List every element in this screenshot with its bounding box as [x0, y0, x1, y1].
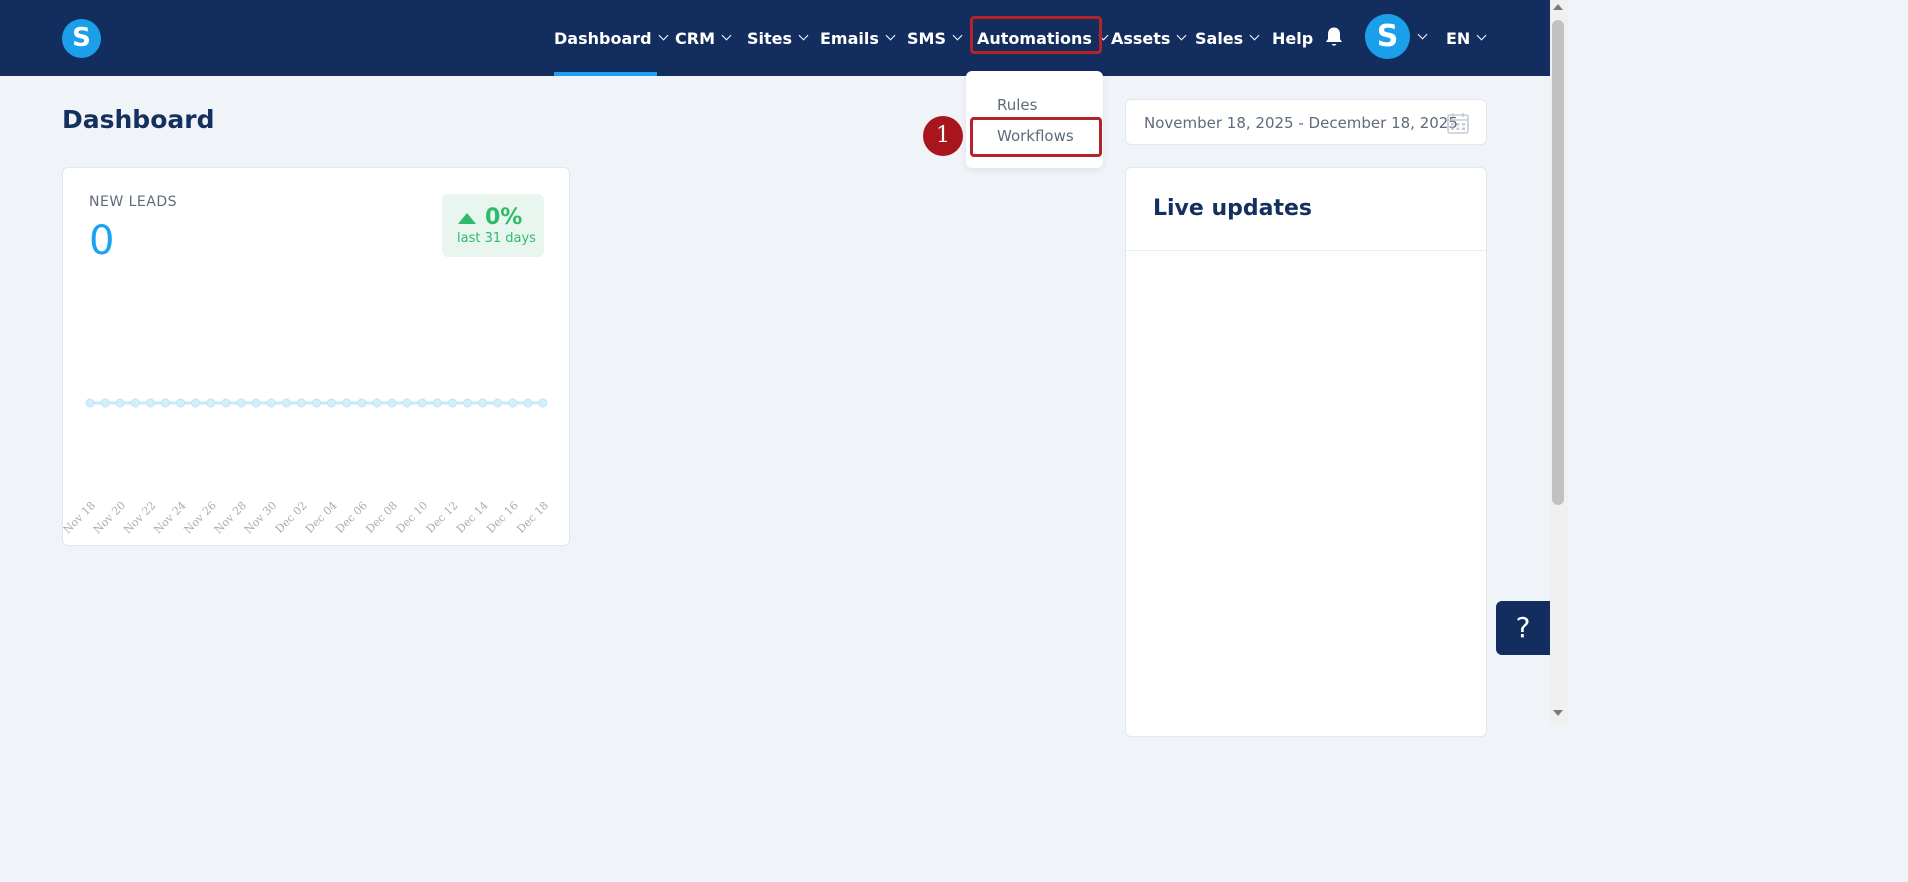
- data-point: [145, 398, 155, 408]
- avatar[interactable]: S: [1365, 14, 1410, 59]
- data-point: [417, 398, 427, 408]
- nav-help[interactable]: Help: [1272, 0, 1313, 76]
- new-leads-card: NEW LEADS 0 0% last 31 days Nov 18 Nov 20…: [62, 167, 570, 546]
- language-label: EN: [1446, 28, 1471, 48]
- data-point: [508, 398, 518, 408]
- data-point: [357, 398, 367, 408]
- x-tick-label: Nov 24: [151, 499, 188, 536]
- data-point: [523, 398, 533, 408]
- x-tick-label: Dec 10: [394, 499, 431, 536]
- chevron-down-icon[interactable]: [1417, 29, 1428, 40]
- active-tab-indicator: [554, 72, 657, 76]
- x-tick-label: Dec 18: [514, 499, 551, 536]
- calendar-icon: [1447, 113, 1469, 134]
- nav-dashboard[interactable]: Dashboard: [554, 0, 669, 76]
- nav-sms[interactable]: SMS: [907, 0, 963, 76]
- data-point: [296, 398, 306, 408]
- x-tick-label: Dec 12: [424, 499, 461, 536]
- nav-emails[interactable]: Emails: [820, 0, 896, 76]
- chevron-down-icon: [1249, 30, 1260, 41]
- nav-crm[interactable]: CRM: [675, 0, 732, 76]
- date-range-picker[interactable]: November 18, 2025 - December 18, 2025: [1125, 99, 1487, 145]
- workflows-highlight: [970, 117, 1102, 157]
- data-point: [327, 398, 337, 408]
- page-title: Dashboard: [62, 105, 215, 134]
- chevron-down-icon: [952, 30, 963, 41]
- x-tick-label: Dec 04: [303, 499, 340, 536]
- data-point: [312, 398, 321, 408]
- data-point: [402, 398, 412, 408]
- x-tick-label: Dec 14: [454, 499, 491, 536]
- chevron-down-icon: [658, 30, 669, 41]
- data-point: [281, 398, 291, 408]
- data-point: [176, 398, 186, 408]
- x-tick-label: Nov 28: [212, 499, 249, 536]
- data-point: [221, 398, 231, 408]
- data-point: [206, 398, 216, 408]
- leads-chart: Nov 18Nov 20Nov 22Nov 24Nov 26Nov 28Nov …: [63, 398, 551, 536]
- data-point: [251, 398, 261, 408]
- data-point: [432, 398, 442, 408]
- data-point: [161, 398, 170, 408]
- scroll-down-arrow-icon[interactable]: [1553, 710, 1563, 716]
- nav-sites[interactable]: Sites: [747, 0, 809, 76]
- data-point: [463, 398, 472, 408]
- top-nav: S Dashboard CRM Sites Emails SMS Automat…: [0, 0, 1550, 76]
- nav-sales[interactable]: Sales: [1195, 0, 1260, 76]
- x-tick-label: Nov 20: [91, 499, 128, 536]
- data-point: [115, 398, 125, 408]
- x-tick-label: Dec 16: [484, 499, 521, 536]
- x-tick-label: Nov 30: [242, 499, 279, 536]
- data-point: [85, 398, 95, 408]
- chevron-down-icon: [1476, 30, 1487, 41]
- x-tick-label: Nov 26: [181, 499, 218, 536]
- nav-assets-label: Assets: [1111, 28, 1171, 48]
- x-tick-label: Dec 02: [273, 499, 310, 536]
- step-badge: 1: [923, 116, 963, 156]
- x-tick-label: Dec 06: [333, 499, 370, 536]
- nav-crm-label: CRM: [675, 28, 715, 48]
- data-point: [130, 398, 140, 408]
- bell-icon[interactable]: [1324, 26, 1344, 48]
- data-point: [342, 398, 352, 408]
- live-updates-title: Live updates: [1153, 196, 1313, 221]
- data-point: [493, 398, 503, 408]
- nav-sales-label: Sales: [1195, 28, 1244, 48]
- nav-emails-label: Emails: [820, 28, 879, 48]
- data-point: [266, 398, 276, 408]
- language-selector[interactable]: EN: [1446, 0, 1487, 76]
- scrollbar-thumb[interactable]: [1552, 20, 1564, 505]
- date-range-text: November 18, 2025 - December 18, 2025: [1144, 114, 1458, 132]
- data-point: [538, 398, 548, 408]
- chevron-down-icon: [1177, 30, 1187, 41]
- x-tick-label: Nov 22: [121, 499, 158, 536]
- x-tick-label: Nov 18: [63, 499, 98, 536]
- nav-dashboard-label: Dashboard: [554, 28, 652, 48]
- data-point: [447, 398, 457, 408]
- data-point: [100, 398, 110, 408]
- chevron-down-icon: [885, 30, 896, 41]
- data-point: [191, 398, 201, 408]
- live-updates-card: Live updates: [1125, 167, 1487, 737]
- data-point: [236, 398, 246, 408]
- data-point: [478, 398, 488, 408]
- scroll-up-arrow-icon[interactable]: [1553, 4, 1563, 10]
- automations-highlight: [970, 16, 1102, 54]
- help-button[interactable]: ?: [1496, 601, 1550, 655]
- logo[interactable]: S: [62, 19, 101, 58]
- x-tick-label: Dec 08: [363, 499, 400, 536]
- nav-sites-label: Sites: [747, 28, 793, 48]
- data-point: [372, 398, 382, 408]
- chevron-down-icon: [798, 30, 809, 41]
- nav-assets[interactable]: Assets: [1111, 0, 1187, 76]
- nav-sms-label: SMS: [907, 28, 946, 48]
- chevron-down-icon: [721, 30, 732, 41]
- data-point: [387, 398, 397, 408]
- menu-item-rules[interactable]: Rules: [997, 96, 1037, 114]
- divider: [1126, 250, 1486, 251]
- nav-help-label: Help: [1272, 28, 1314, 48]
